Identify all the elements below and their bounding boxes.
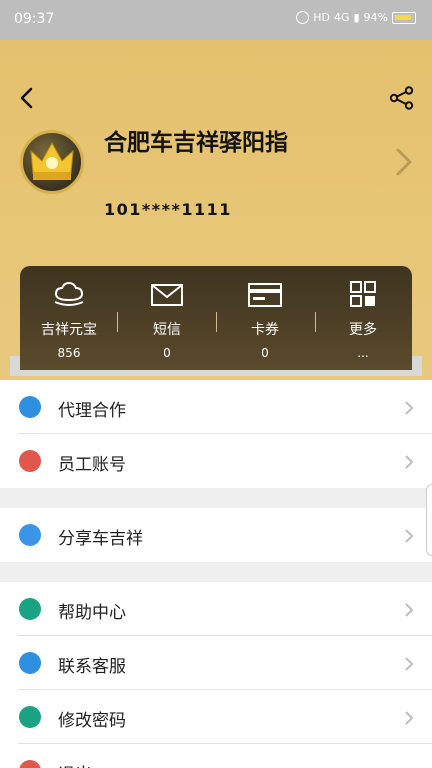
menu-item-service[interactable]: 联系客服	[0, 636, 432, 690]
chevron-right-icon	[405, 401, 414, 415]
menu-item-logout[interactable]: 退出	[0, 744, 432, 768]
battery-icon	[392, 11, 416, 24]
person-icon	[19, 450, 41, 472]
stat-value: 0	[261, 346, 269, 360]
menu-label: 员工账号	[58, 455, 126, 475]
stat-label: 短信	[153, 322, 181, 338]
card-icon	[248, 283, 282, 307]
info-icon	[19, 598, 41, 620]
menu-label: 修改密码	[58, 711, 126, 731]
lock-icon	[19, 706, 41, 728]
signal-type: 4G	[333, 11, 350, 24]
menu-group-1: 代理合作 员工账号	[0, 380, 432, 488]
menu-label: 代理合作	[58, 401, 126, 421]
stat-label: 吉祥元宝	[41, 322, 97, 338]
chevron-right-icon	[405, 529, 414, 543]
menu-item-help[interactable]: 帮助中心	[0, 582, 432, 636]
account-number: 101****1111	[104, 200, 232, 219]
stat-value: 0	[163, 346, 171, 360]
menu-label: 分享车吉祥	[58, 529, 143, 549]
menu-group-3: 帮助中心 联系客服 修改密码 退出	[0, 582, 432, 768]
stat-label: 卡券	[251, 322, 279, 338]
back-arrow-icon[interactable]	[16, 86, 40, 110]
grid-icon	[350, 281, 376, 307]
handshake-icon	[19, 396, 41, 418]
menu-group-2: 分享车吉祥	[0, 508, 432, 562]
menu-item-staff[interactable]: 员工账号	[0, 434, 432, 488]
stat-ingot[interactable]: 吉祥元宝 856	[20, 266, 118, 370]
gold-ingot-icon	[54, 281, 84, 306]
stat-sms[interactable]: 短信 0	[118, 266, 216, 370]
network-type: HD	[313, 11, 330, 24]
stat-coupon[interactable]: 卡券 0	[216, 266, 314, 370]
share-icon	[19, 524, 41, 546]
phone-icon	[19, 652, 41, 674]
menu-label: 帮助中心	[58, 603, 126, 623]
chevron-right-icon	[405, 657, 414, 671]
battery-percent: 94%	[363, 11, 388, 24]
chevron-right-icon	[405, 711, 414, 725]
menu-item-share[interactable]: 分享车吉祥	[0, 508, 432, 562]
stat-value: 856	[57, 346, 81, 360]
chevron-right-icon	[405, 455, 414, 469]
alarm-icon	[296, 11, 310, 24]
floating-edge-tab[interactable]	[426, 484, 432, 556]
avatar[interactable]	[20, 130, 84, 194]
stat-label: 更多	[349, 322, 377, 338]
status-time: 09:37	[14, 11, 55, 27]
status-icons: HD 4G ▮ 94%	[296, 11, 416, 24]
menu-item-password[interactable]: 修改密码	[0, 690, 432, 744]
profile-name: 合肥车吉祥驿阳指	[104, 130, 288, 156]
stat-more[interactable]: 更多 ...	[314, 266, 412, 370]
chevron-right-icon[interactable]	[394, 146, 414, 178]
logout-icon	[19, 760, 41, 768]
crown-icon	[30, 141, 74, 180]
signal-icon: ▮	[353, 11, 360, 24]
stat-value: ...	[357, 346, 369, 360]
stats-card: 吉祥元宝 856 短信 0 卡券 0 更多 ...	[20, 266, 412, 370]
chevron-right-icon	[405, 603, 414, 617]
menu-label: 退出	[58, 760, 92, 768]
menu-item-agency[interactable]: 代理合作	[0, 380, 432, 434]
status-bar: 09:37 HD 4G ▮ 94%	[0, 0, 432, 40]
share-icon[interactable]	[389, 86, 415, 110]
envelope-icon	[151, 284, 183, 306]
menu-label: 联系客服	[58, 657, 126, 677]
